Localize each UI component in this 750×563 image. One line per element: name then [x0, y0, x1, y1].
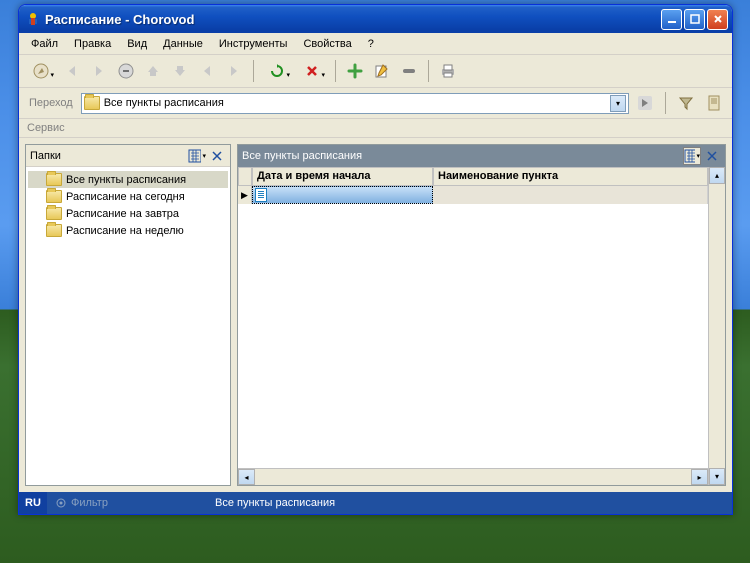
address-combo[interactable]: Все пункты расписания ▾ [81, 93, 629, 114]
grid-area: Дата и время начала Наименование пункта … [238, 167, 725, 485]
document-button[interactable] [702, 91, 726, 115]
edit-button[interactable] [370, 59, 394, 83]
status-filter[interactable]: Фильтр [47, 497, 207, 509]
grid-panel-header: Все пункты расписания ▾ [238, 145, 725, 167]
folders-panel-close-button[interactable] [208, 147, 226, 165]
folder-icon [46, 190, 62, 203]
app-icon [25, 11, 41, 27]
folder-tree: Все пункты расписания Расписание на сего… [26, 167, 230, 485]
scroll-track[interactable] [709, 184, 725, 468]
statusbar: RU Фильтр Все пункты расписания [19, 492, 732, 514]
scroll-right-button[interactable]: ▸ [691, 469, 708, 485]
forward-button[interactable] [87, 59, 111, 83]
go-button[interactable] [633, 91, 657, 115]
tree-item-label: Расписание на сегодня [66, 191, 185, 203]
grid-panel-close-button[interactable] [703, 147, 721, 165]
folders-panel-header: Папки ▾ [26, 145, 230, 167]
menu-file[interactable]: Файл [23, 36, 66, 52]
tree-item-week[interactable]: Расписание на неделю [28, 222, 228, 239]
tree-item-tomorrow[interactable]: Расписание на завтра [28, 205, 228, 222]
document-icon [255, 188, 267, 202]
scroll-down-button[interactable]: ▾ [709, 468, 725, 485]
folders-panel-title: Папки [30, 150, 186, 162]
address-text: Все пункты расписания [104, 97, 610, 109]
servicebar: Сервис [19, 119, 732, 138]
add-button[interactable] [343, 59, 367, 83]
refresh-button[interactable] [261, 59, 293, 83]
column-header-name[interactable]: Наименование пункта [433, 167, 708, 186]
folder-icon [46, 207, 62, 220]
column-header-datetime[interactable]: Дата и время начала [252, 167, 433, 186]
folders-panel: Папки ▾ Все пункты расписания Расписание… [25, 144, 231, 486]
cell-name[interactable] [433, 186, 708, 204]
menu-edit[interactable]: Правка [66, 36, 119, 52]
menu-data[interactable]: Данные [155, 36, 211, 52]
folders-panel-options-button[interactable]: ▾ [188, 147, 206, 165]
app-window: Расписание - Chorovod Файл Правка Вид Да… [18, 4, 733, 515]
scroll-left-button[interactable]: ◂ [238, 469, 255, 485]
main-toolbar [19, 55, 732, 88]
address-dropdown-button[interactable]: ▾ [610, 95, 626, 112]
folder-icon [46, 224, 62, 237]
titlebar[interactable]: Расписание - Chorovod [19, 5, 732, 33]
cell-datetime[interactable] [252, 186, 433, 204]
up-button[interactable] [141, 59, 165, 83]
remove-button[interactable] [397, 59, 421, 83]
folder-icon [46, 173, 62, 186]
toolbar-explore-button[interactable] [25, 59, 57, 83]
tree-item-all[interactable]: Все пункты расписания [28, 171, 228, 188]
next-button[interactable] [222, 59, 246, 83]
row-indicator: ▶ [238, 186, 252, 204]
down-button[interactable] [168, 59, 192, 83]
tree-item-label: Расписание на неделю [66, 225, 184, 237]
service-label: Сервис [27, 122, 65, 134]
grid-indicator-header [238, 167, 252, 186]
scroll-track[interactable] [255, 469, 691, 485]
maximize-button[interactable] [684, 9, 705, 30]
status-language[interactable]: RU [19, 492, 47, 514]
tree-item-label: Расписание на завтра [66, 208, 179, 220]
grid-panel-options-button[interactable]: ▾ [683, 147, 701, 165]
grid-panel: Все пункты расписания ▾ Дата и время нач… [237, 144, 726, 486]
tree-item-today[interactable]: Расписание на сегодня [28, 188, 228, 205]
delete-button[interactable] [296, 59, 328, 83]
status-text: Все пункты расписания [207, 497, 732, 509]
gear-icon [55, 497, 67, 509]
filter-button[interactable] [674, 91, 698, 115]
grid-headers: Дата и время начала Наименование пункта [238, 167, 708, 186]
tree-item-label: Все пункты расписания [66, 174, 186, 186]
status-filter-label: Фильтр [71, 497, 108, 509]
prev-button[interactable] [195, 59, 219, 83]
menu-tools[interactable]: Инструменты [211, 36, 296, 52]
print-button[interactable] [436, 59, 460, 83]
table-row[interactable]: ▶ [238, 186, 708, 204]
scroll-up-button[interactable]: ▴ [709, 167, 725, 184]
addressbar: Переход Все пункты расписания ▾ [19, 88, 732, 119]
address-label: Переход [25, 97, 77, 109]
vertical-scrollbar[interactable]: ▴ ▾ [708, 167, 725, 485]
content-area: Папки ▾ Все пункты расписания Расписание… [19, 138, 732, 492]
close-button[interactable] [707, 9, 728, 30]
minimize-button[interactable] [661, 9, 682, 30]
stop-button[interactable] [114, 59, 138, 83]
menu-help[interactable]: ? [360, 36, 382, 52]
grid-body[interactable]: ▶ [238, 186, 708, 468]
horizontal-scrollbar[interactable]: ◂ ▸ [238, 468, 708, 485]
menu-view[interactable]: Вид [119, 36, 155, 52]
folder-icon [84, 96, 100, 110]
menubar: Файл Правка Вид Данные Инструменты Свойс… [19, 33, 732, 55]
grid-panel-title: Все пункты расписания [242, 150, 681, 162]
back-button[interactable] [60, 59, 84, 83]
menu-properties[interactable]: Свойства [295, 36, 359, 52]
window-title: Расписание - Chorovod [45, 12, 661, 27]
